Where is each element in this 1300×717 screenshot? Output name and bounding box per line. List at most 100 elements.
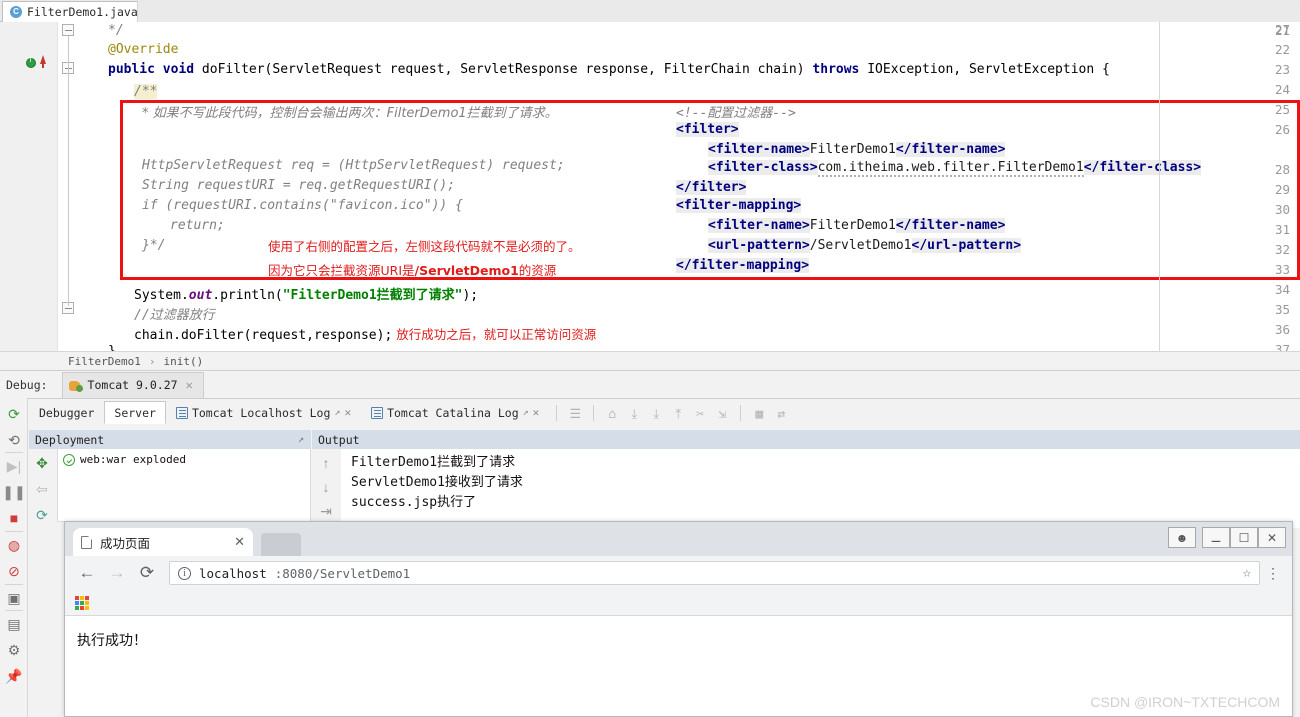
editor-tab-label: FilterDemo1.java (27, 5, 138, 19)
detach-icon[interactable]: ↗ (334, 407, 340, 418)
settings-gear-icon[interactable]: ⚙ (4, 640, 24, 660)
editor-tabbar: C FilterDemo1.java ✕ (0, 0, 1300, 22)
tab-label: Debugger (39, 405, 95, 420)
camera-icon[interactable]: ▣ (4, 588, 24, 608)
pause-icon[interactable]: ❚❚ (2, 482, 25, 502)
xml-filter-class-open: <filter-class> (708, 160, 818, 175)
annotation-note-1: 使用了右侧的配置之后，左侧这段代码就不是必须的了。 (268, 239, 581, 254)
forward-icon[interactable]: → (103, 559, 131, 587)
code-end-comment: }*/ (142, 238, 166, 253)
back-icon[interactable]: ← (73, 559, 101, 587)
annotation-note-2c: 的资源 (518, 263, 557, 278)
page-content: 执行成功！ CSDN @IRON~TXTECHCOM (65, 616, 1292, 716)
restart-icon[interactable]: ⟲ (4, 430, 24, 450)
list-item[interactable]: web:war exploded (58, 449, 310, 466)
mute-breakpoints-icon[interactable]: ⊘ (4, 561, 24, 581)
scroll-down-icon[interactable]: ↓ (318, 479, 334, 495)
deployment-toolbar: ✥ ⇦ ⟳ (29, 449, 57, 528)
browser-tab-title: 成功页面 (100, 536, 151, 551)
sysout-prefix: System. (134, 288, 189, 303)
deploy-artifact-icon[interactable]: ✥ (32, 453, 52, 473)
code-close-comment: */ (108, 23, 124, 38)
output-toolbar: ↑ ↓ ⇥ (312, 449, 340, 528)
minimize-icon[interactable]: ⚊ (1202, 527, 1230, 548)
rerun-icon[interactable]: ⟳ (4, 404, 24, 424)
breakpoint-icon[interactable] (26, 57, 36, 68)
breadcrumb-method[interactable]: init() (163, 355, 203, 368)
url-host: localhost (199, 565, 267, 581)
close-icon[interactable]: ✕ (234, 534, 245, 550)
deployment-panel-header: Deployment ↗ (29, 430, 311, 449)
code-editor[interactable]: 21 22 23 24 25 26 27 28 29 30 31 32 33 3… (0, 22, 1300, 351)
web-xml-snippet[interactable]: <!--配置过滤器--> <filter> <filter-name>Filte… (676, 102, 1296, 273)
xml-map-filter-name-value: FilterDemo1 (809, 218, 896, 233)
kw-void: void (162, 62, 195, 77)
kill-icon[interactable]: ✂ (689, 404, 711, 424)
xml-url-pattern-close: </url-pattern> (911, 238, 1022, 253)
layout-icon[interactable]: ▤ (4, 614, 24, 634)
breadcrumb-class[interactable]: FilterDemo1 (68, 355, 141, 368)
bookmarks-bar[interactable] (65, 590, 1292, 616)
tab-debugger[interactable]: Debugger (29, 401, 104, 424)
thread-dump-icon[interactable]: ⇲ (711, 404, 733, 424)
detach-icon[interactable]: ↗ (523, 407, 529, 418)
menu-icon[interactable]: ☰ (564, 404, 586, 424)
soft-wrap-icon[interactable]: ⌂ (601, 404, 623, 424)
reload-icon[interactable]: ⟳ (133, 559, 161, 587)
close-icon[interactable]: ✕ (1258, 527, 1286, 548)
stop-icon[interactable]: ■ (4, 508, 24, 528)
browser-menu-icon[interactable]: ⋮ (1262, 566, 1284, 580)
debug-toolwindow-header: Debug: Tomcat 9.0.27 ✕ (0, 371, 1300, 398)
soft-wrap-icon[interactable]: ⇥ (318, 503, 334, 519)
window-controls: ☻ ⚊ ☐ ✕ (1168, 527, 1286, 548)
sysout-println: .println( (212, 288, 283, 303)
xml-url-pattern-value: /ServletDemo1 (809, 238, 912, 253)
address-bar[interactable]: i localhost:8080/ServletDemo1 ☆ (169, 561, 1260, 585)
xml-filter-name-open: <filter-name> (708, 142, 810, 157)
maximize-icon[interactable]: ☐ (1230, 527, 1258, 548)
run-configuration-tab[interactable]: Tomcat 9.0.27 ✕ (61, 371, 204, 398)
tab-server[interactable]: Server (104, 401, 166, 424)
new-tab-button[interactable] (261, 533, 301, 556)
chevron-right-icon: › (148, 354, 156, 368)
output-console[interactable]: FilterDemo1拦截到了请求 ServletDemo1接收到了请求 suc… (341, 449, 1300, 528)
close-icon[interactable]: ✕ (186, 378, 193, 392)
right-margin-line (1159, 22, 1160, 351)
fold-region-line (68, 36, 69, 306)
redeploy-icon[interactable]: ⟳ (32, 505, 52, 525)
compare-icon[interactable]: ⇄ (770, 404, 792, 424)
xml-url-pattern-open: <url-pattern> (708, 238, 810, 253)
scroll-up-icon[interactable]: ↑ (318, 455, 334, 471)
scroll-down-icon[interactable]: ⤓ (623, 404, 645, 424)
resume-icon[interactable]: ▶| (4, 456, 24, 476)
annotation-note-3: 放行成功之后，就可以正常访问资源 (396, 327, 597, 342)
xml-filter-name-close: </filter-name> (895, 142, 1006, 157)
xml-comment: <!--配置过滤器--> (676, 106, 796, 121)
chrome-browser-window[interactable]: 成功页面 ✕ ☻ ⚊ ☐ ✕ ← → ⟳ i localhost:8080/Se… (64, 521, 1293, 717)
kw-throws: throws (812, 62, 860, 77)
profile-icon[interactable]: ☻ (1168, 527, 1196, 548)
apps-grid-icon[interactable] (75, 595, 89, 610)
close-icon[interactable]: ✕ (344, 406, 351, 419)
browser-tab[interactable]: 成功页面 ✕ (73, 528, 253, 556)
breakpoints-icon[interactable]: ◍ (4, 535, 24, 555)
download-icon[interactable]: ⤓ (645, 404, 667, 424)
table-icon[interactable]: ▦ (748, 404, 770, 424)
xml-map-filter-name-close: </filter-name> (895, 218, 1006, 233)
undeploy-icon[interactable]: ⇦ (32, 479, 52, 499)
tab-tomcat-localhost-log[interactable]: Tomcat Localhost Log ↗ ✕ (166, 401, 361, 424)
code-return-line: return; (170, 218, 225, 233)
upload-icon[interactable]: ⤒ (667, 404, 689, 424)
fold-toggle[interactable] (62, 24, 74, 36)
deployment-list[interactable]: web:war exploded (57, 449, 311, 522)
detach-icon[interactable]: ↗ (298, 434, 304, 445)
info-icon[interactable]: i (178, 566, 191, 580)
tab-tomcat-catalina-log[interactable]: Tomcat Catalina Log ↗ ✕ (361, 401, 549, 424)
xml-map-filter-name-open: <filter-name> (708, 218, 810, 233)
close-icon[interactable]: ✕ (533, 406, 540, 419)
breadcrumb[interactable]: FilterDemo1 › init() (0, 351, 1300, 371)
pin-icon[interactable]: 📌 (4, 666, 24, 686)
bookmark-star-icon[interactable]: ☆ (1243, 565, 1251, 581)
kw-public: public (108, 62, 155, 77)
output-panel-header: Output (312, 430, 1300, 449)
